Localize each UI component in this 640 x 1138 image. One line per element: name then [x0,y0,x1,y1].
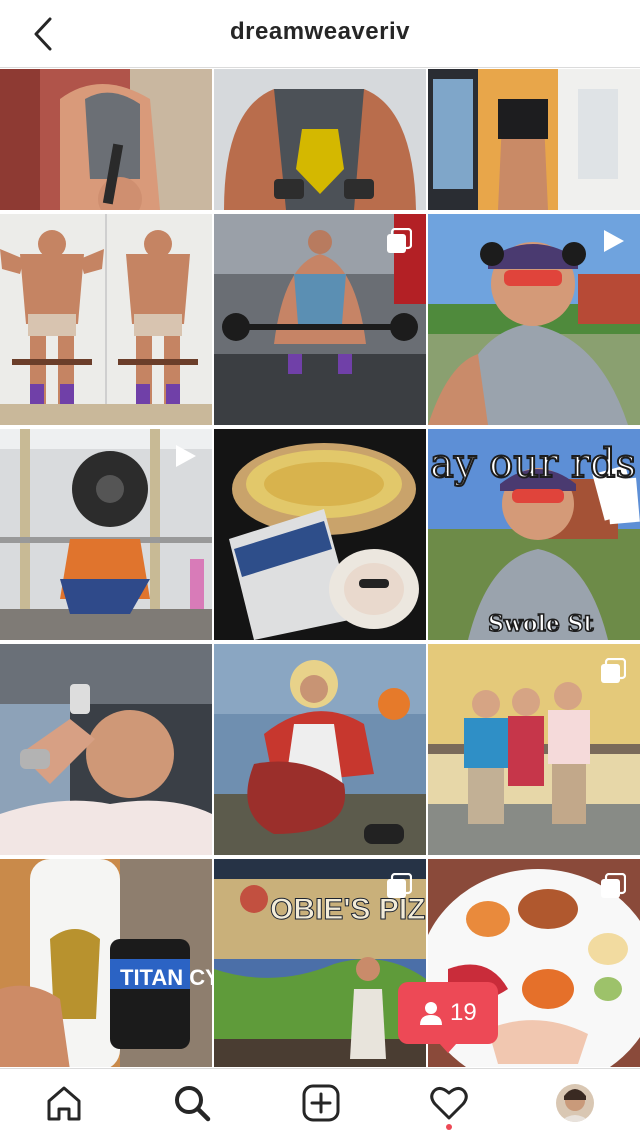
post-tile-5[interactable] [214,214,426,425]
post-tile-4[interactable] [0,214,212,425]
multi-photo-icon [601,873,626,898]
overlay-caption: Swole St [488,611,594,637]
post-tile-8[interactable] [214,429,426,640]
post-tile-13[interactable]: TITAN CYNERA [0,859,212,1067]
multi-photo-icon [387,228,412,253]
post-tile-6[interactable] [428,214,640,425]
post-tile-1[interactable] [0,69,212,210]
heart-icon[interactable] [429,1083,469,1123]
video-play-icon [604,230,624,252]
follower-notification-bubble[interactable]: 19 [398,982,498,1053]
post-tile-12[interactable] [428,644,640,855]
post-grid: ay our rds Swole St TITAN C OBIE'S PIZ [0,69,640,1067]
post-tile-7[interactable] [0,429,212,640]
multi-photo-icon [387,873,412,898]
bottom-nav [0,1068,640,1138]
multi-photo-icon [601,658,626,683]
new-post-icon[interactable] [301,1083,341,1123]
search-icon[interactable] [172,1083,212,1123]
home-icon[interactable] [44,1083,84,1123]
profile-username: dreamweaveriv [230,18,410,45]
post-tile-14[interactable]: OBIE'S PIZZA [214,859,426,1067]
post-tile-9[interactable]: ay our rds Swole St [428,429,640,640]
product-label: TITAN CYNERA [120,965,212,990]
post-tile-2[interactable] [214,69,426,210]
post-tile-11[interactable] [214,644,426,855]
overlay-text: ay our rds [430,441,636,487]
activity-notification-dot [446,1124,452,1130]
profile-avatar[interactable] [556,1084,594,1122]
video-play-icon [176,445,196,467]
person-icon [420,1002,442,1025]
notification-count: 19 [450,999,477,1026]
post-tile-3[interactable] [428,69,640,210]
top-bar: dreamweaveriv [0,0,640,68]
post-tile-10[interactable] [0,644,212,855]
